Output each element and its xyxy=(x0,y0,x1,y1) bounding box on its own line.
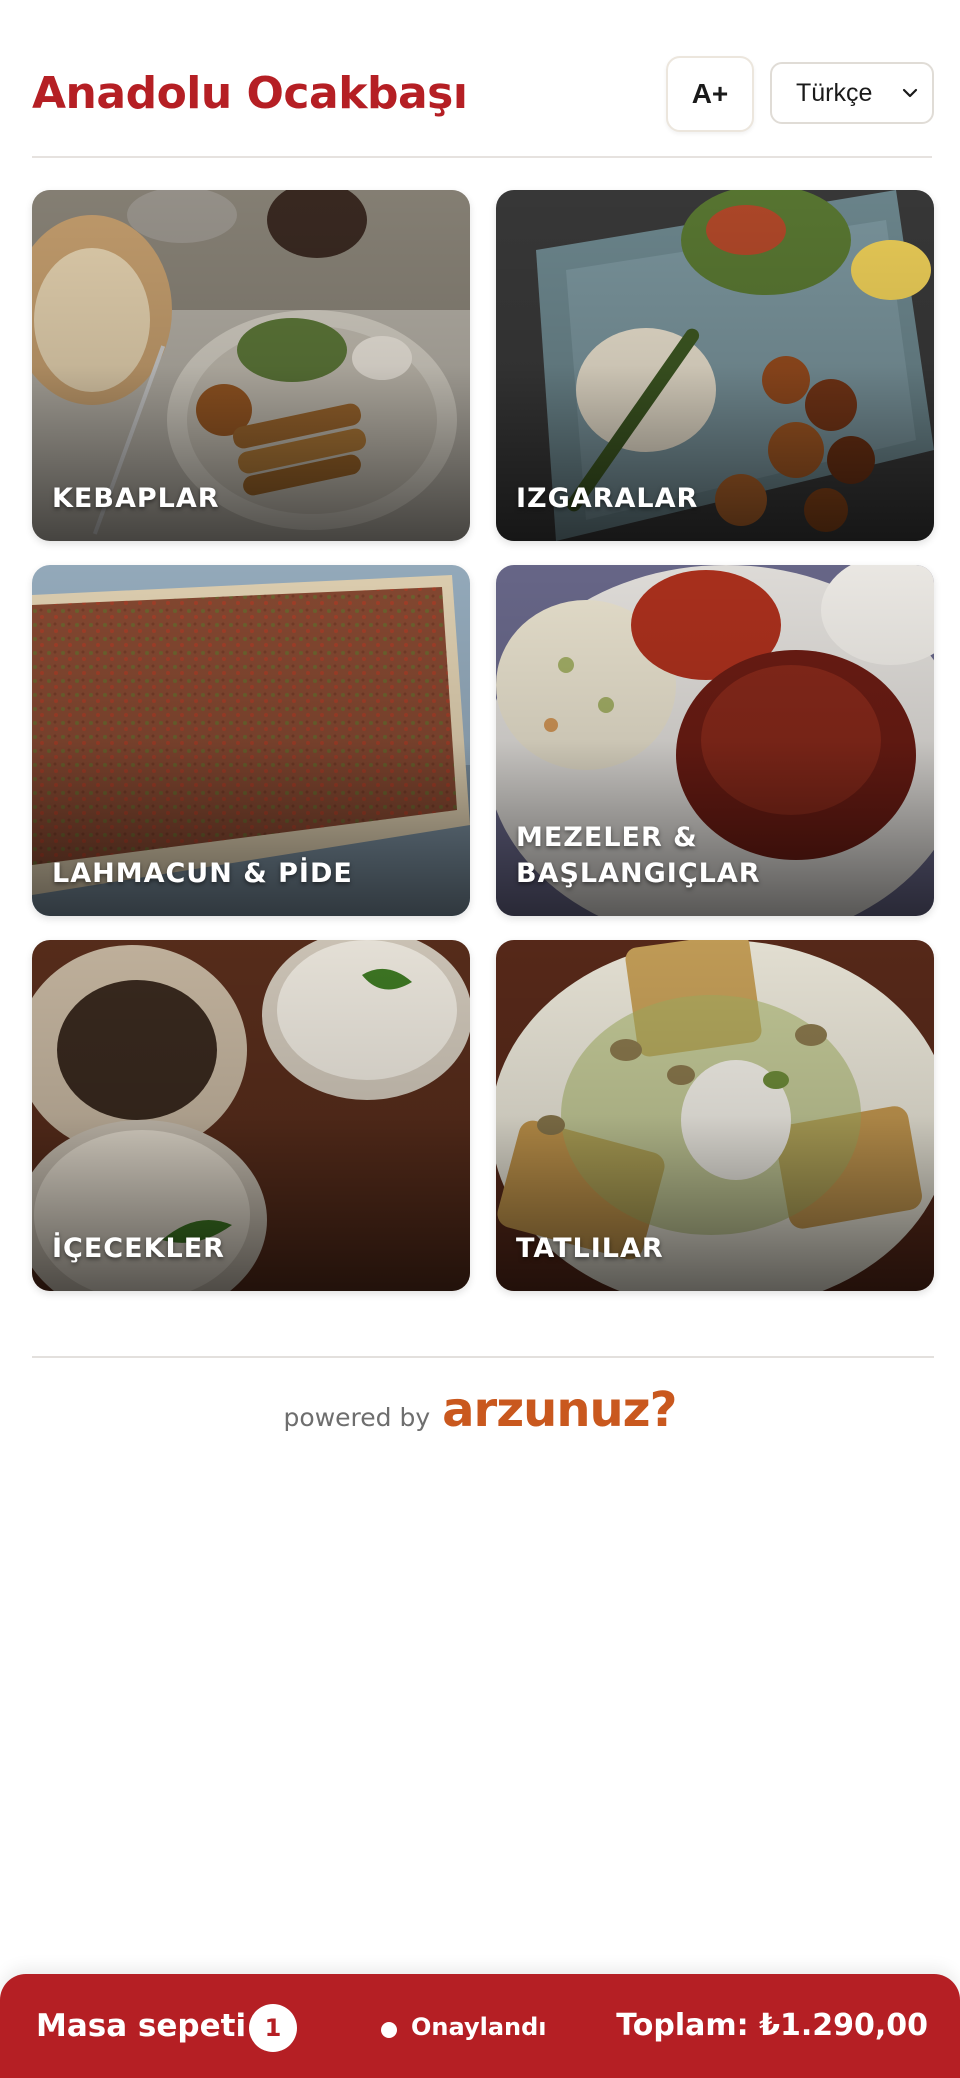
powered-by-link[interactable]: powered by arzunuz? xyxy=(0,1382,960,1438)
category-card-lahmacun-pide[interactable]: LAHMACUN & PİDE xyxy=(32,565,470,916)
footer-divider xyxy=(32,1356,934,1358)
category-label: MEZELER & BAŞLANGIÇLAR xyxy=(516,822,761,889)
basket-label: Masa sepeti xyxy=(36,2008,247,2044)
category-card-izgaralar[interactable]: IZGARALAR xyxy=(496,190,934,541)
category-label: İÇECEKLER xyxy=(52,1233,225,1264)
font-size-increase-button[interactable]: A+ xyxy=(666,56,754,132)
language-select[interactable]: Türkçe xyxy=(770,62,934,124)
status-dot-icon xyxy=(381,2022,397,2038)
language-selected-value: Türkçe xyxy=(796,78,873,107)
powered-by-text: powered by xyxy=(283,1403,431,1432)
category-card-icecekler[interactable]: İÇECEKLER xyxy=(32,940,470,1291)
category-card-mezeler[interactable]: MEZELER & BAŞLANGIÇLAR xyxy=(496,565,934,916)
category-label: TATLILAR xyxy=(516,1233,664,1264)
category-card-tatlilar[interactable]: TATLILAR xyxy=(496,940,934,1291)
category-label: LAHMACUN & PİDE xyxy=(52,858,353,889)
basket-count-badge: 1 xyxy=(249,2004,297,2052)
category-card-kebaplar[interactable]: KEBAPLAR xyxy=(32,190,470,541)
app-header: Anadolu Ocakbaşı A+ Türkçe xyxy=(32,0,934,158)
arzunuz-logo: arzunuz? xyxy=(442,1382,677,1438)
basket-total: Toplam: ₺1.290,00 xyxy=(616,2008,928,2043)
table-basket-bar[interactable]: Masa sepeti 1 Onaylandı Toplam: ₺1.290,0… xyxy=(0,1974,960,2078)
category-label: KEBAPLAR xyxy=(52,483,220,514)
restaurant-name: Anadolu Ocakbaşı xyxy=(32,68,468,119)
chevron-down-icon xyxy=(902,88,918,98)
order-status: Onaylandı xyxy=(411,2013,547,2041)
category-label: IZGARALAR xyxy=(516,483,699,514)
